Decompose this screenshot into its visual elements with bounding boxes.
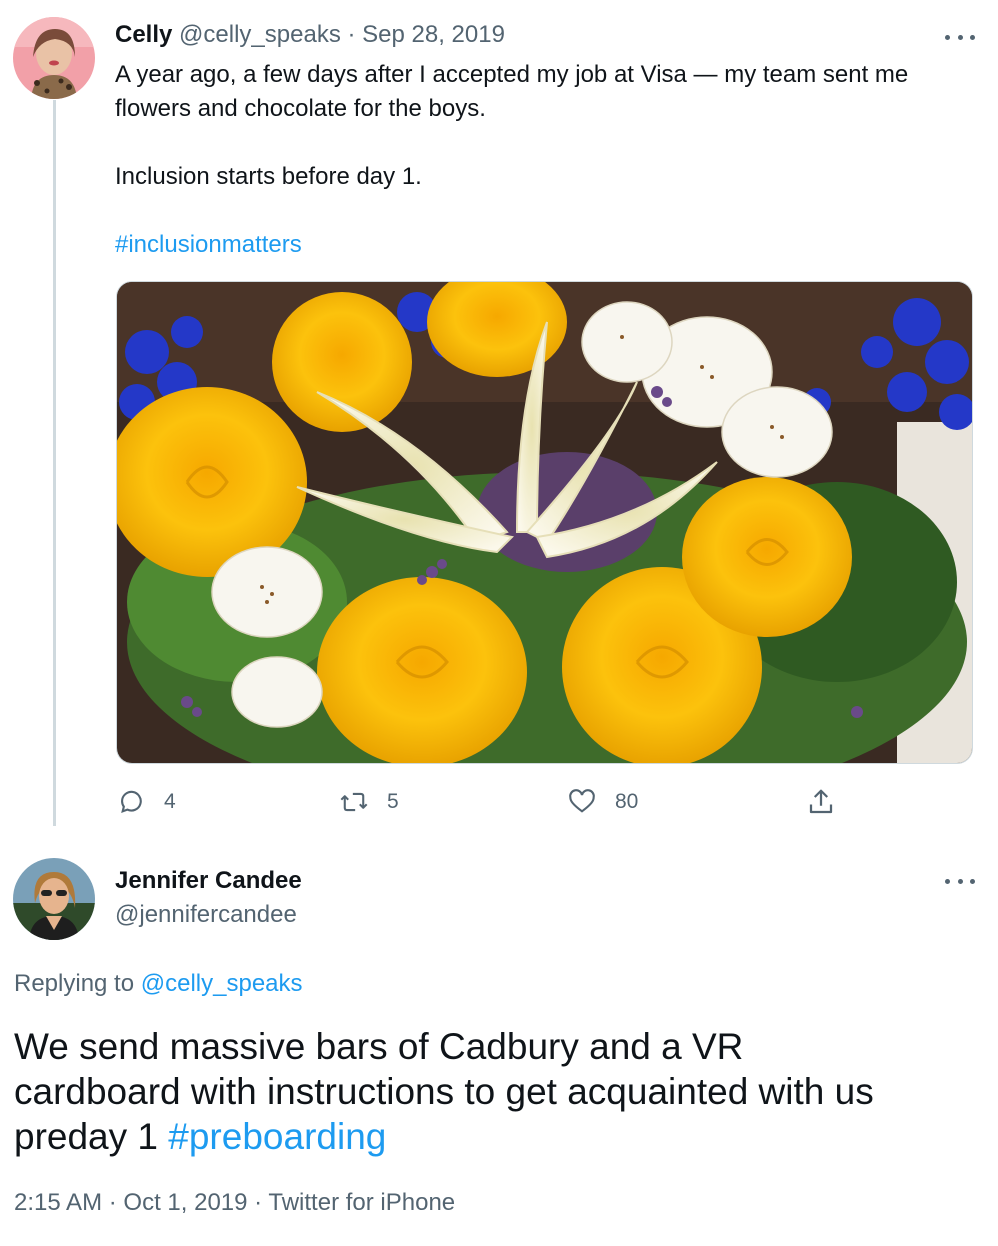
author-handle[interactable]: @celly_speaks: [179, 21, 341, 48]
avatar-jennifer[interactable]: [13, 858, 95, 940]
reply-meta: 2:15 AM · Oct 1, 2019 · Twitter for iPho…: [14, 1189, 455, 1217]
avatar-celly[interactable]: [13, 17, 95, 99]
share-icon[interactable]: [806, 787, 836, 822]
reply-body: We send massive bars of Cadbury and a VR…: [14, 1024, 989, 1159]
retweet-action[interactable]: 5: [339, 788, 399, 816]
thread-line: [53, 100, 56, 826]
reply-text-line: We send massive bars of Cadbury and a VR: [14, 1026, 744, 1067]
tweet-header: Celly @celly_speaks · Sep 28, 2019: [115, 21, 505, 49]
meta-separator: ·: [108, 1189, 117, 1216]
reply-author-handle[interactable]: @jennifercandee: [115, 901, 297, 929]
reply-date[interactable]: Oct 1, 2019: [123, 1189, 247, 1216]
reply-text-line: cardboard with instructions to get acqua…: [14, 1071, 874, 1112]
tweet-photo[interactable]: [116, 281, 973, 764]
reply-count: 4: [164, 790, 176, 813]
reply-more-icon[interactable]: [945, 876, 975, 886]
retweet-icon: [340, 792, 368, 812]
reply-author-name[interactable]: Jennifer Candee: [115, 867, 302, 895]
reply-time[interactable]: 2:15 AM: [14, 1189, 102, 1216]
tweet-date[interactable]: Sep 28, 2019: [362, 21, 505, 48]
reply-text-line: preday 1: [14, 1116, 158, 1157]
replying-to-label: Replying to: [14, 970, 135, 997]
tweet-text-line: flowers and chocolate for the boys.: [115, 95, 486, 122]
header-separator: ·: [347, 21, 356, 48]
like-action[interactable]: 80: [567, 788, 638, 816]
tweet-text-line: A year ago, a few days after I accepted …: [115, 61, 909, 88]
replying-to: Replying to @celly_speaks: [14, 970, 303, 998]
reply-hashtag-link[interactable]: #preboarding: [168, 1116, 386, 1157]
replying-to-handle[interactable]: @celly_speaks: [141, 970, 303, 997]
meta-separator: ·: [254, 1189, 263, 1216]
reply-icon: [121, 790, 142, 814]
heart-icon: [569, 789, 595, 813]
hashtag-link[interactable]: #inclusionmatters: [115, 228, 985, 262]
like-count: 80: [615, 790, 639, 813]
more-icon[interactable]: [945, 32, 975, 42]
reply-source[interactable]: Twitter for iPhone: [268, 1189, 455, 1216]
tweet-text-line: Inclusion starts before day 1.: [115, 163, 422, 190]
retweet-count: 5: [387, 790, 399, 813]
author-name[interactable]: Celly: [115, 21, 172, 48]
tweet-body: A year ago, a few days after I accepted …: [115, 58, 985, 262]
reply-action[interactable]: 4: [118, 788, 176, 816]
